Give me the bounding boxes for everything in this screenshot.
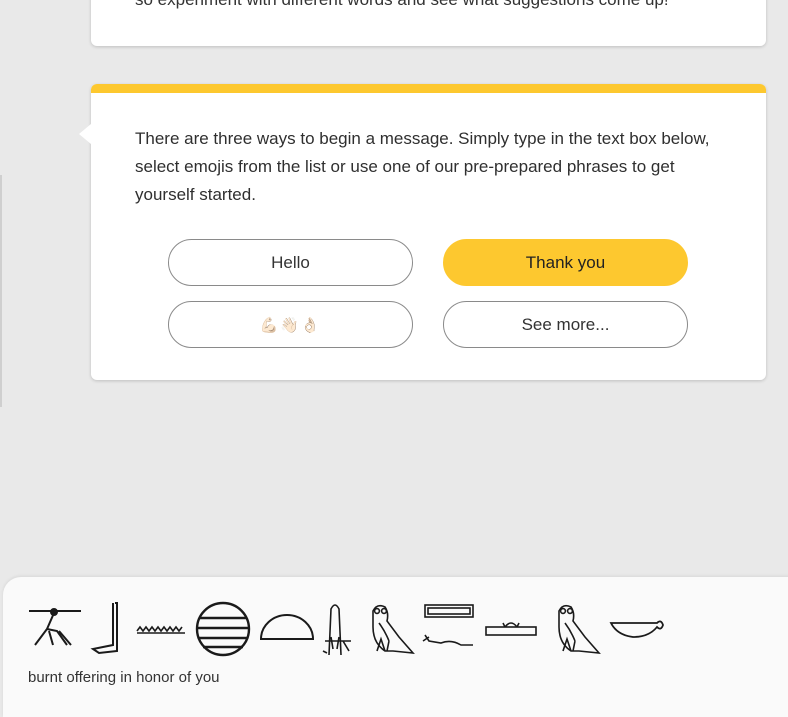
emoji-sequence: 💪🏼👋🏼👌🏼 (259, 316, 322, 334)
intro-text: There are three ways to begin a message.… (135, 129, 710, 204)
water-ripple-glyph[interactable] (135, 601, 185, 657)
pool-glyph[interactable] (421, 601, 477, 657)
owl-glyph[interactable] (359, 601, 415, 657)
owl-glyph-2[interactable] (545, 601, 601, 657)
offering-mat-glyph[interactable] (483, 601, 539, 657)
hieroglyph-translation-panel: burnt offering in honor of you (3, 577, 788, 717)
thank-you-phrase-button[interactable]: Thank you (443, 239, 688, 286)
bread-loaf-glyph[interactable] (259, 601, 315, 657)
card-pointer (79, 124, 91, 144)
scroll-edge (0, 175, 2, 407)
emoji-phrase-button[interactable]: 💪🏼👋🏼👌🏼 (168, 301, 413, 348)
message-start-card: There are three ways to begin a message.… (79, 84, 766, 380)
leg-glyph[interactable] (89, 601, 129, 657)
hello-phrase-button[interactable]: Hello (168, 239, 413, 286)
translation-caption: burnt offering in honor of you (28, 669, 220, 686)
see-more-button[interactable]: See more... (443, 301, 688, 348)
sun-disk-glyph[interactable] (195, 601, 251, 657)
card-accent-bar (91, 84, 766, 93)
reed-bundle-glyph[interactable] (321, 601, 355, 657)
person-arms-stretched-glyph[interactable] (27, 601, 83, 657)
basket-glyph[interactable] (609, 601, 665, 657)
previous-message-card: so experiment with different words and s… (91, 0, 766, 46)
previous-card-text: so experiment with different words and s… (135, 0, 669, 14)
